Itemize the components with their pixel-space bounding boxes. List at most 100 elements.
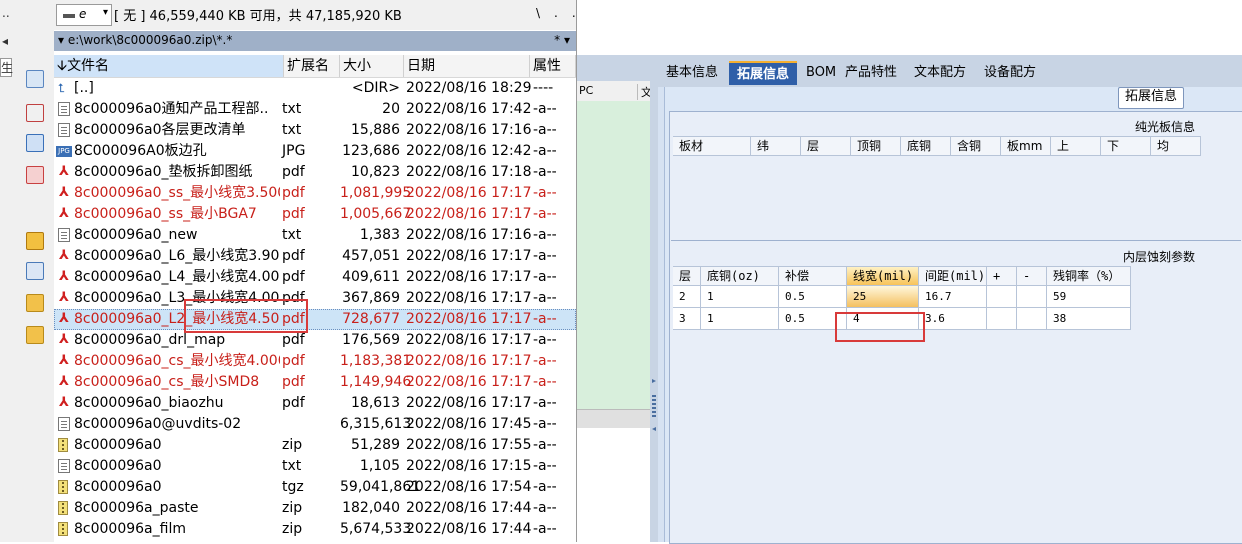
file-row[interactable]: ⅄ 8c000096a0_biaozhu pdf 18,613 2022/08/16 1… xyxy=(54,393,576,414)
folder-open-icon[interactable] xyxy=(26,326,44,344)
etch-cell[interactable] xyxy=(987,286,1017,308)
file-name: 8c000096a_paste xyxy=(74,500,199,516)
file-row[interactable]: ⅄ 8c000096a0_cs_最小线宽4.000 pdf 1,183,381 2022… xyxy=(54,351,576,372)
file-row[interactable]: 8c000096a0 zip 51,289 2022/08/16 17:55 -a-- xyxy=(54,435,576,456)
drive-select[interactable]: e ▾ xyxy=(56,4,112,26)
mid-scrollbar[interactable] xyxy=(577,409,650,429)
file-date: 2022/08/16 17:17 xyxy=(406,395,532,411)
file-date: 2022/08/16 17:16 xyxy=(406,122,532,138)
file-name: 8c000096a0_L6_最小线宽3.90.. xyxy=(74,248,280,264)
file-row[interactable]: ⅄ 8c000096a0_ss_最小BGA7 pdf 1,005,667 2022/08… xyxy=(54,204,576,225)
file-date: 2022/08/16 17:17 xyxy=(406,374,532,390)
file-row[interactable]: JPG 8C000096A0板边孔 JPG 123,686 2022/08/16 12:… xyxy=(54,141,576,162)
column-ext[interactable]: 扩展名 xyxy=(284,55,340,77)
file-row[interactable]: ⅄ 8c000096a0_ss_最小线宽3.500 pdf 1,081,995 2022… xyxy=(54,183,576,204)
etch-params-title: 内层蚀刻参数 xyxy=(1122,250,1195,264)
pdf-file-icon: ⅄ xyxy=(59,248,69,263)
copy-icon[interactable] xyxy=(26,134,44,152)
etch-cell[interactable]: 1 xyxy=(701,308,779,330)
etch-cell[interactable]: 59 xyxy=(1047,286,1131,308)
collapse-right-icon[interactable] xyxy=(652,427,656,431)
strip-arrow[interactable]: ◂ xyxy=(2,34,8,48)
file-name: 8c000096a0 xyxy=(74,458,162,474)
mid-blank xyxy=(577,0,650,55)
tab-extended-info[interactable]: 拓展信息 xyxy=(729,61,798,85)
file-row[interactable]: ⅄ 8c000096a0_cs_最小SMD8 pdf 1,149,946 2022/08… xyxy=(54,372,576,393)
file-row[interactable]: 8c000096a0_new txt 1,383 2022/08/16 17:16 -a… xyxy=(54,225,576,246)
search-icon[interactable] xyxy=(26,70,44,88)
tab-bom[interactable]: BOM xyxy=(806,61,836,85)
file-row[interactable]: ⮤ [..] <DIR> 2022/08/16 18:29 ---- xyxy=(54,78,576,99)
etch-cell[interactable] xyxy=(1017,308,1047,330)
file-row[interactable]: 8c000096a0各层更改清单 txt 15,886 2022/08/16 17:1… xyxy=(54,120,576,141)
file-row[interactable]: 8c000096a0@uvdits-02 6,315,613 2022/08/16 … xyxy=(54,414,576,435)
file-row[interactable]: 8c000096a0通知产品工程部.. txt 20 2022/08/16 17:42… xyxy=(54,99,576,120)
filter-menu[interactable]: * ▾ xyxy=(554,33,570,47)
etch-cell[interactable]: 38 xyxy=(1047,308,1131,330)
file-row[interactable]: 8c000096a_film zip 5,674,533 2022/08/16 17:… xyxy=(54,519,576,540)
board-info-header: 板材 纬 层 顶铜 底铜 含铜 板mm 上 下 均 xyxy=(673,136,1201,156)
file-size: 1,183,381 xyxy=(340,353,412,369)
file-row[interactable]: ⅄ 8c000096a0_L3_最小线宽4.00.. pdf 367,869 2022/… xyxy=(54,288,576,309)
mid-col-pc[interactable]: PC xyxy=(579,84,593,97)
column-size[interactable]: 大小 xyxy=(340,55,404,77)
splitter[interactable] xyxy=(650,55,658,542)
file-size: 367,869 xyxy=(342,290,400,306)
tab-basic-info[interactable]: 基本信息 xyxy=(666,61,718,85)
column-date[interactable]: 日期 xyxy=(404,55,530,77)
pdf-file-icon: ⅄ xyxy=(59,164,69,179)
header-cell: 补偿 xyxy=(779,267,847,285)
file-row[interactable]: 8c000096a0 txt 1,105 2022/08/16 17:15 -a-- xyxy=(54,456,576,477)
etch-cell[interactable]: 2 xyxy=(673,286,701,308)
folder-icon[interactable] xyxy=(26,294,44,312)
file-row[interactable]: ⅄ 8c000096a0_L6_最小线宽3.90.. pdf 457,051 2022/… xyxy=(54,246,576,267)
file-row[interactable]: ⅄ 8c000096a0_L2_最小线宽4.50.. pdf 728,677 2022/… xyxy=(54,309,576,330)
etch-cell[interactable]: 3.6 xyxy=(919,308,987,330)
etch-cell[interactable]: 1 xyxy=(701,286,779,308)
file-date: 2022/08/16 17:17 xyxy=(406,290,532,306)
compare-icon[interactable] xyxy=(26,104,44,122)
pdf-file-icon: ⅄ xyxy=(59,311,69,326)
text-file-icon xyxy=(58,123,70,137)
etch-cell[interactable]: 16.7 xyxy=(919,286,987,308)
header-cell: 底铜 xyxy=(901,137,951,155)
subtab-extended-info[interactable]: 拓展信息 xyxy=(1118,87,1184,109)
file-date: 2022/08/16 12:42 xyxy=(406,143,532,159)
etch-cell[interactable]: 3 xyxy=(673,308,701,330)
file-row[interactable]: 8c000096a0 tgz 59,041,861 2022/08/16 17:54-… xyxy=(54,477,576,498)
header-cell-line-width: 线宽(mil) xyxy=(847,267,919,285)
root-button[interactable]: \ xyxy=(536,6,554,20)
right-blank-top xyxy=(658,0,1242,55)
file-attr: -a-- xyxy=(533,227,557,243)
file-row[interactable]: ⅄ 8c000096a0_drl_map pdf 176,569 2022/08/16 … xyxy=(54,330,576,351)
package-icon[interactable] xyxy=(26,232,44,250)
file-name: 8c000096a0_ss_最小线宽3.500 xyxy=(74,185,280,201)
file-attr: ---- xyxy=(533,80,554,96)
text-file-icon xyxy=(58,102,70,116)
file-row[interactable]: ⅄ 8c000096a0_L4_最小线宽4.00.. pdf 409,611 2022/… xyxy=(54,267,576,288)
sync-icon[interactable] xyxy=(26,166,44,184)
etch-cell[interactable] xyxy=(1017,286,1047,308)
file-ext: pdf xyxy=(282,164,305,180)
file-ext: pdf xyxy=(282,269,305,285)
file-size: 123,686 xyxy=(342,143,400,159)
column-name[interactable]: 🡫文件名 xyxy=(54,55,284,77)
etch-cell[interactable] xyxy=(987,308,1017,330)
file-date: 2022/08/16 17:17 xyxy=(406,185,532,201)
column-attr[interactable]: 属性 xyxy=(530,55,576,77)
file-row[interactable]: 8c000096a_paste zip 182,040 2022/08/16 17:4… xyxy=(54,498,576,519)
tab-product-features[interactable]: 产品特性 xyxy=(845,61,897,85)
file-row[interactable]: ⅄ 8c000096a0_垫板拆卸图纸 pdf 10,823 2022/08/16 17… xyxy=(54,162,576,183)
tab-text-recipe[interactable]: 文本配方 xyxy=(914,61,966,85)
etch-cell[interactable]: 25 xyxy=(847,286,919,308)
collapse-left-icon[interactable] xyxy=(652,379,656,383)
path-bar[interactable]: ▾ e:\work\8c000096a0.zip\*.* * ▾ xyxy=(54,31,576,51)
middle-panel: PC 文 xyxy=(577,0,652,542)
file-name: 8c000096a0各层更改清单 xyxy=(74,122,246,138)
file-ext: zip xyxy=(282,500,303,516)
file-size: 59,041,861 xyxy=(340,479,421,495)
tab-equipment-recipe[interactable]: 设备配方 xyxy=(984,61,1036,85)
etch-cell[interactable]: 0.5 xyxy=(779,286,847,308)
file-ext: pdf xyxy=(282,395,305,411)
network-icon[interactable] xyxy=(26,262,44,280)
